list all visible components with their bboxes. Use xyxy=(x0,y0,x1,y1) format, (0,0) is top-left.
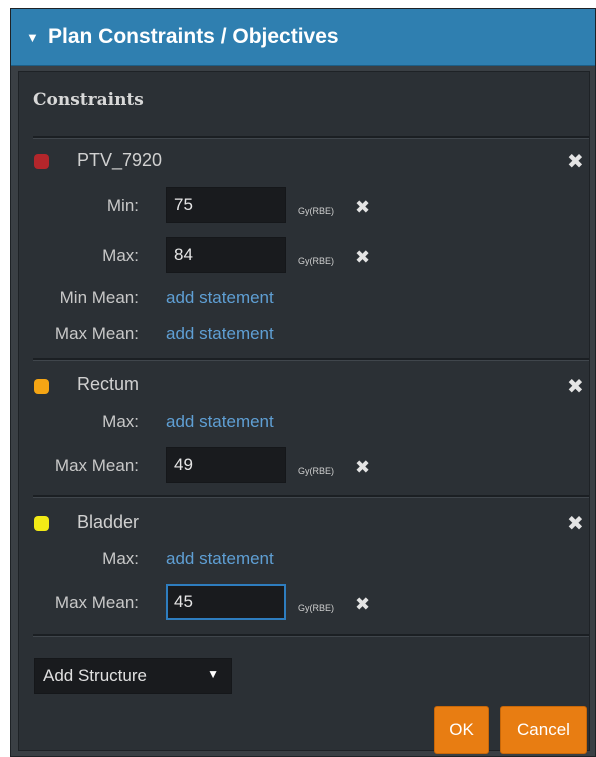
structure-color-dot xyxy=(34,379,49,394)
add-statement-link[interactable]: add statement xyxy=(166,324,274,344)
remove-statement-icon[interactable]: ✖ xyxy=(355,197,370,217)
max-mean-label: Max Mean: xyxy=(54,593,139,612)
min-mean-label: Min Mean: xyxy=(59,288,139,307)
max-dose-input[interactable] xyxy=(166,237,286,273)
max-mean-dose-input[interactable] xyxy=(166,447,286,483)
structure-divider xyxy=(33,358,589,361)
cancel-button[interactable]: Cancel xyxy=(500,706,587,754)
structure-name: Bladder xyxy=(77,512,140,532)
unit-label: Gy(RBE) xyxy=(298,206,334,216)
structure-color-dot xyxy=(34,516,49,531)
remove-statement-icon[interactable]: ✖ xyxy=(355,247,370,267)
max-mean-dose-input[interactable] xyxy=(166,584,286,620)
add-statement-link[interactable]: add statement xyxy=(166,288,274,308)
min-dose-input[interactable] xyxy=(166,187,286,223)
panel-body: Constraints PTV_7920 ✖ Min: Gy(RBE) ✖ Ma… xyxy=(18,71,590,754)
section-title: Constraints xyxy=(33,90,144,110)
remove-structure-icon[interactable]: ✖ xyxy=(567,377,584,397)
unit-label: Gy(RBE) xyxy=(298,466,334,476)
remove-statement-icon[interactable]: ✖ xyxy=(355,594,370,614)
add-structure-label: Add Structure xyxy=(43,666,147,685)
remove-structure-icon[interactable]: ✖ xyxy=(567,514,584,534)
panel-title: Plan Constraints / Objectives xyxy=(48,25,339,48)
max-label: Max: xyxy=(102,549,139,568)
structure-divider xyxy=(33,495,589,498)
unit-label: Gy(RBE) xyxy=(298,603,334,613)
constraints-panel: ▼ Plan Constraints / Objectives Constrai… xyxy=(10,8,596,757)
add-statement-link[interactable]: add statement xyxy=(166,549,274,569)
add-structure-select[interactable]: Add Structure ▼ xyxy=(34,658,232,694)
panel-header[interactable]: ▼ Plan Constraints / Objectives xyxy=(11,9,595,66)
section-divider xyxy=(33,136,589,139)
collapse-caret-icon[interactable]: ▼ xyxy=(26,30,40,45)
remove-structure-icon[interactable]: ✖ xyxy=(567,152,584,172)
max-mean-label: Max Mean: xyxy=(54,324,139,343)
structure-divider xyxy=(33,634,589,637)
structure-name: Rectum xyxy=(77,374,140,394)
structure-name: PTV_7920 xyxy=(77,150,163,170)
min-label: Min: xyxy=(106,196,139,215)
max-label: Max: xyxy=(102,412,139,431)
ok-button[interactable]: OK xyxy=(434,706,489,754)
chevron-down-icon: ▼ xyxy=(207,667,219,681)
structure-color-dot xyxy=(34,154,49,169)
max-mean-label: Max Mean: xyxy=(54,456,139,475)
unit-label: Gy(RBE) xyxy=(298,256,334,266)
remove-statement-icon[interactable]: ✖ xyxy=(355,457,370,477)
max-label: Max: xyxy=(102,246,139,265)
add-statement-link[interactable]: add statement xyxy=(166,412,274,432)
